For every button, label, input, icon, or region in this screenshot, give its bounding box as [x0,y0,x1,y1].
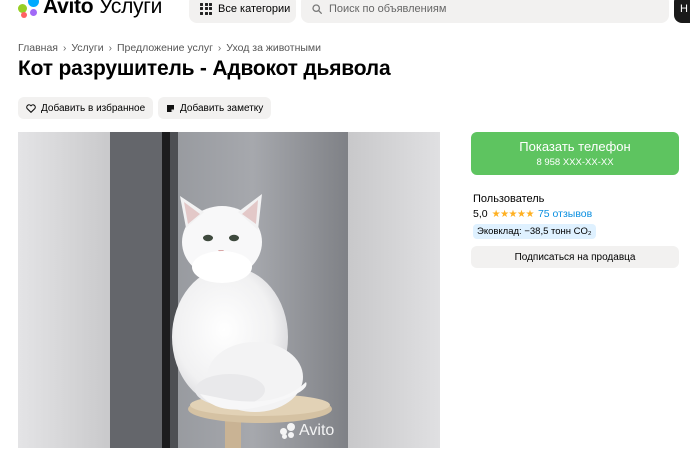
listing-photo[interactable] [110,132,348,448]
eco-contribution-badge[interactable]: Эковклад: −38,5 тонн CO₂ [473,224,596,239]
add-favorite-button[interactable]: Добавить в избранное [18,97,154,119]
rating-value: 5,0 [473,208,488,220]
breadcrumb-item-services[interactable]: Услуги [71,42,103,54]
chevron-right-icon: › [108,42,112,54]
all-categories-button[interactable]: Все категории [189,0,296,23]
logo-subtitle: Услуги [99,0,163,18]
eco-contribution-label: Эковклад: −38,5 тонн CO₂ [477,226,592,237]
search-input[interactable]: Поиск по объявлениям [301,0,669,23]
photo-gallery[interactable]: Avito [18,132,440,448]
phone-number-masked: 8 958 XXX-XX-XX [536,157,614,168]
logo-dots-icon [280,423,296,439]
subscribe-seller-button[interactable]: Подписаться на продавца [471,246,679,268]
show-phone-label: Показать телефон [519,139,631,154]
reviews-link[interactable]: 75 отзывов [538,208,592,220]
top-header: Avito Услуги Все категории Поиск по объя… [0,0,690,26]
page-title: Кот разрушитель - Адвокот дьявола [18,57,391,80]
breadcrumb-item-home[interactable]: Главная [18,42,58,54]
white-cat-image [110,132,348,448]
logo-text: Avito [43,0,94,18]
avito-watermark: Avito [280,422,334,440]
subscribe-seller-label: Подписаться на продавца [514,251,636,263]
gallery-backdrop-right [348,132,440,448]
chevron-right-icon: › [217,42,222,54]
add-note-button[interactable]: Добавить заметку [158,97,272,119]
seller-type[interactable]: Пользователь [473,193,544,205]
breadcrumb-item-pet-care[interactable]: Уход за животными [226,42,321,54]
all-categories-label: Все категории [218,2,291,15]
breadcrumb: Главная › Услуги › Предложение услуг › У… [18,42,321,54]
avito-logo[interactable]: Avito Услуги [18,0,162,20]
add-note-label: Добавить заметку [180,102,264,114]
find-button-label: Н [680,2,688,15]
seller-rating: 5,0 ★★★★★ 75 отзывов [473,208,592,220]
find-button[interactable]: Н [674,0,690,23]
star-rating-icon: ★★★★★ [491,208,535,220]
watermark-text: Avito [299,422,335,439]
show-phone-button[interactable]: Показать телефон 8 958 XXX-XX-XX [471,132,679,175]
breadcrumb-item-service-offer[interactable]: Предложение услуг [117,42,213,54]
logo-dots-icon [18,0,40,18]
gallery-backdrop-left [18,132,110,448]
add-favorite-label: Добавить в избранное [41,102,146,114]
heart-icon [26,103,36,113]
search-icon [312,3,322,14]
chevron-right-icon: › [62,42,67,54]
note-icon [167,104,174,112]
search-placeholder: Поиск по объявлениям [329,2,447,15]
grid-icon [200,2,212,15]
